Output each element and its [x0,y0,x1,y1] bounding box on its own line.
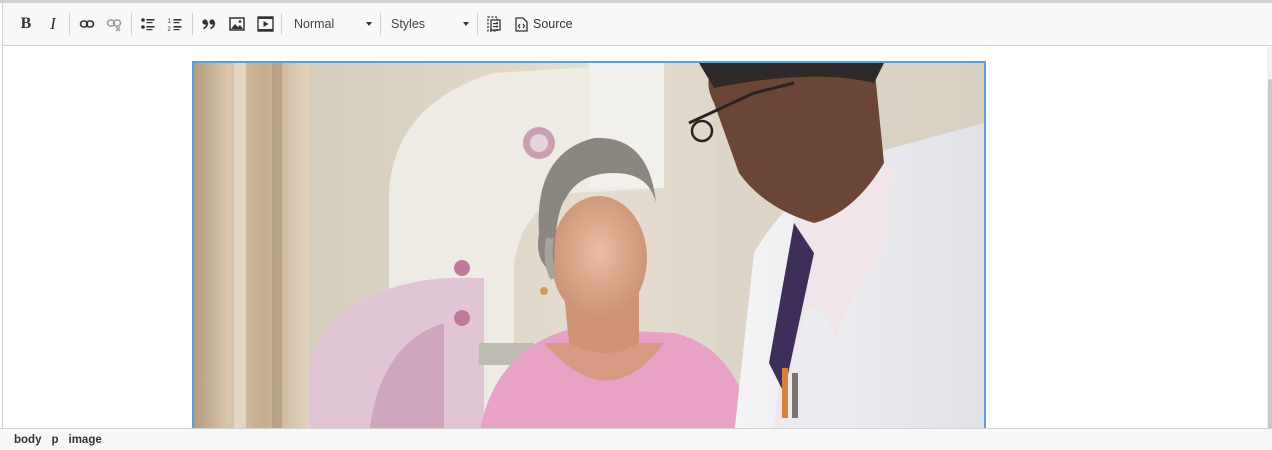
toolbar-separator [477,13,478,35]
rich-text-editor: B I 1 2 Normal Styles Source body p imag… [0,0,1272,450]
toolbar-separator [281,13,282,35]
styles-dropdown-value: Styles [391,17,426,31]
link-icon [79,20,95,28]
format-dropdown[interactable]: Normal [294,13,372,35]
numbered-list-button[interactable]: 1 2 [164,13,186,35]
source-label: Source [533,17,573,31]
path-item-p[interactable]: p [51,434,58,446]
format-dropdown-value: Normal [294,17,335,31]
image-icon [229,17,245,31]
path-item-image[interactable]: image [69,434,102,446]
blockquote-button[interactable] [198,13,220,35]
link-button[interactable] [76,13,98,35]
svg-text:1: 1 [168,19,172,25]
blockquote-icon [202,19,216,30]
toolbar-separator [192,13,193,35]
styles-dropdown[interactable]: Styles [391,13,469,35]
bulleted-list-button[interactable] [137,13,159,35]
editor-toolbar: B I 1 2 Normal Styles Source [2,3,1272,46]
bulleted-list-icon [141,18,155,31]
bold-icon: B [20,15,32,32]
chevron-down-icon [366,22,372,26]
toolbar-separator [131,13,132,35]
source-button[interactable]: Source [515,13,573,35]
unlink-icon [106,19,122,32]
media-embed-icon [256,16,274,32]
scrollbar-thumb[interactable] [1268,79,1272,429]
media-embed-button[interactable] [254,13,276,35]
editor-content-area[interactable] [2,47,1272,429]
show-blocks-icon [487,16,501,32]
toolbar-separator [69,13,70,35]
italic-button[interactable]: I [42,13,64,35]
image-button[interactable] [226,13,248,35]
chevron-down-icon [463,22,469,26]
italic-icon: I [50,14,56,33]
doctor-and-patient-photo [194,63,984,429]
element-path-bar: body p image [0,428,1272,450]
bold-button[interactable]: B [15,13,37,35]
unlink-button[interactable] [103,13,125,35]
show-blocks-button[interactable] [483,13,505,35]
svg-text:2: 2 [168,27,172,32]
toolbar-separator [380,13,381,35]
source-icon [515,16,528,32]
path-item-body[interactable]: body [14,434,41,446]
selected-image[interactable] [192,61,986,429]
numbered-list-icon: 1 2 [168,19,182,32]
